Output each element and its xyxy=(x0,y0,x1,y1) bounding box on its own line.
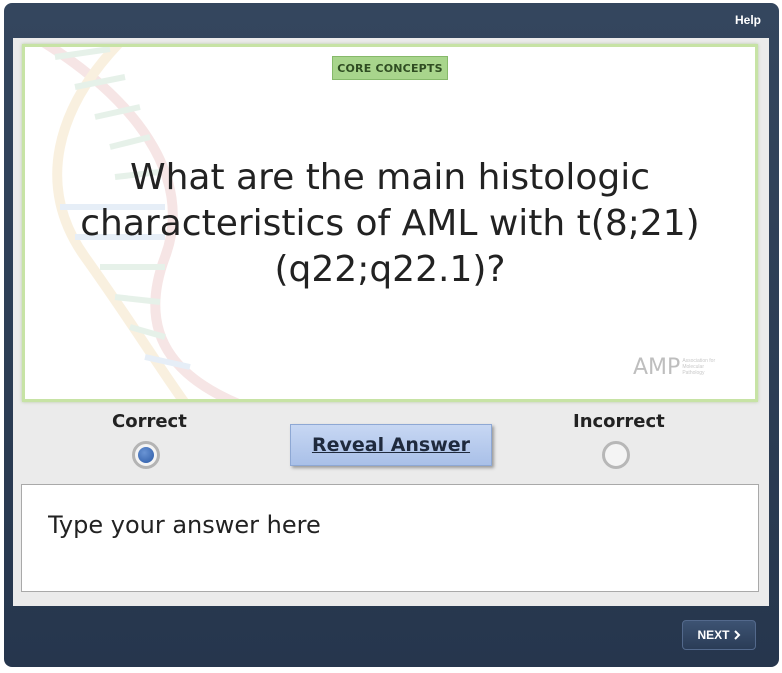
answer-box xyxy=(21,484,759,592)
answer-input[interactable] xyxy=(48,511,738,571)
next-button[interactable]: NEXT xyxy=(682,620,756,650)
chevron-right-icon xyxy=(733,630,740,640)
question-text: What are the main histologic characteris… xyxy=(80,157,700,290)
reveal-answer-button[interactable]: Reveal Answer xyxy=(290,424,492,466)
player-frame: Help CORE CONCEPTS What are the main his… xyxy=(4,3,779,667)
amp-logo-text: AMP xyxy=(633,354,681,380)
radio-selected-dot-icon xyxy=(138,447,154,463)
correct-label: Correct xyxy=(112,411,187,432)
amp-logo-subtext: Association for Molecular Pathology xyxy=(682,358,716,376)
incorrect-radio[interactable] xyxy=(602,441,630,469)
incorrect-label: Incorrect xyxy=(573,411,665,432)
slide-content: CORE CONCEPTS What are the main histolog… xyxy=(13,38,769,606)
flashcard: CORE CONCEPTS What are the main histolog… xyxy=(22,44,758,402)
correct-radio[interactable] xyxy=(132,441,160,469)
next-label: NEXT xyxy=(697,628,730,642)
help-link[interactable]: Help xyxy=(735,13,761,27)
core-concepts-badge: CORE CONCEPTS xyxy=(332,56,448,80)
amp-logo: AMP Association for Molecular Pathology xyxy=(633,345,743,389)
